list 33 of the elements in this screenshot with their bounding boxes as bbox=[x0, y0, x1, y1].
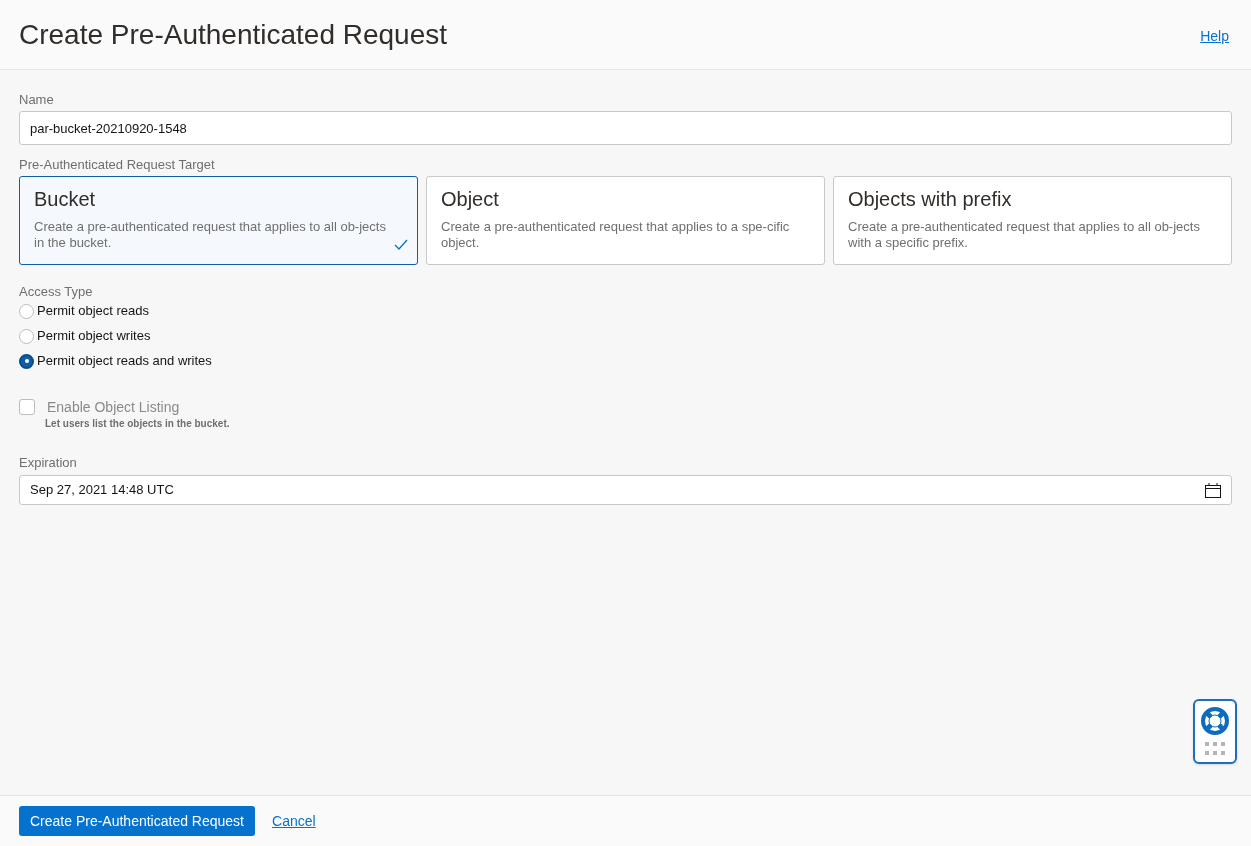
field-label: Pre-Authenticated Request Target bbox=[19, 157, 216, 173]
option-description: Create a pre-authenticated request that applies to all ob-jects with a specific prefix. bbox=[848, 219, 1201, 251]
option-title: Object bbox=[441, 187, 499, 211]
date-field[interactable]: Sep 27, 2021 14:48 UTC bbox=[19, 475, 1232, 505]
field-label: Name bbox=[19, 92, 55, 108]
checkmark-icon bbox=[394, 239, 408, 250]
radio-option[interactable]: Permit object writes bbox=[19, 328, 151, 344]
field-label: Expiration bbox=[19, 455, 77, 471]
name-field[interactable]: par-bucket-20210920-1548 bbox=[19, 111, 1232, 145]
calendar-icon[interactable] bbox=[1205, 482, 1221, 498]
target-option-card[interactable]: Object Create a pre-authenticated request that applies to a spe-cific object. bbox=[426, 176, 825, 265]
cancel-link[interactable]: Cancel bbox=[272, 810, 316, 832]
target-option-card[interactable]: Bucket Create a pre-authenticated request that applies to all ob-jects in the bucket. bbox=[19, 176, 418, 265]
grid-icon bbox=[1205, 742, 1225, 755]
option-title: Objects with prefix bbox=[848, 187, 1012, 211]
help-widget[interactable] bbox=[1193, 699, 1237, 764]
option-title: Bucket bbox=[34, 187, 96, 211]
field-label: Access Type bbox=[19, 284, 94, 300]
radio-option[interactable]: Permit object reads bbox=[19, 303, 149, 319]
radio-option[interactable]: Permit object reads and writes bbox=[19, 353, 212, 369]
create-button[interactable]: Create Pre-Authenticated Request bbox=[19, 806, 255, 836]
target-option-card[interactable]: Objects with prefix Create a pre-authenticated request that applies to all ob-jects with a specific prefix. bbox=[833, 176, 1232, 265]
radio-button[interactable] bbox=[19, 303, 34, 319]
option-description: Create a pre-authenticated request that applies to all ob-jects in the bucket. bbox=[34, 219, 387, 251]
radio-button[interactable] bbox=[19, 353, 34, 369]
checkbox-hint: Let users list the objects in the bucket. bbox=[45, 418, 230, 430]
page-title: Create Pre-Authenticated Request bbox=[19, 17, 448, 52]
option-description: Create a pre-authenticated request that applies to a spe-cific object. bbox=[441, 219, 791, 251]
help-link[interactable]: Help bbox=[1200, 26, 1229, 47]
radio-button[interactable] bbox=[19, 328, 34, 344]
checkbox-label: Enable Object Listing bbox=[47, 399, 180, 415]
lifebuoy-icon bbox=[1200, 706, 1230, 736]
checkbox[interactable] bbox=[19, 399, 35, 415]
